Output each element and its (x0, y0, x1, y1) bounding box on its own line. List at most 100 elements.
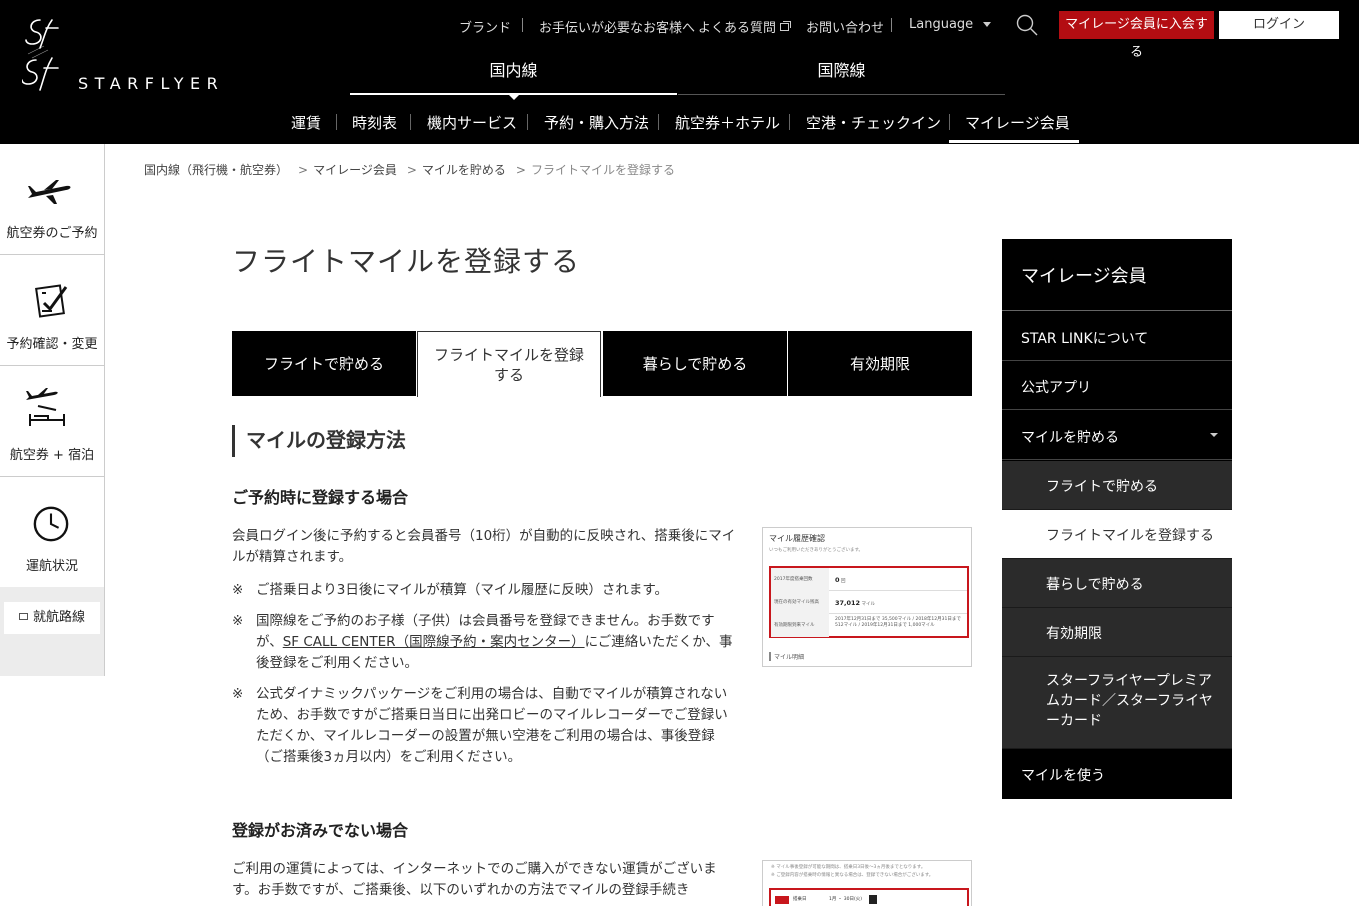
language-selector[interactable]: Language (909, 17, 992, 32)
breadcrumb-mileage[interactable]: マイレージ会員 (313, 163, 397, 177)
menu-item-official-app[interactable]: 公式アプリ (1002, 361, 1232, 410)
subnav-air-hotel[interactable]: 航空券＋ホテル (675, 112, 780, 133)
sidenav-label: 予約確認・変更 (6, 337, 98, 352)
external-link-icon (780, 21, 792, 31)
thumb-row-key: 現在の有効マイル残高 (771, 591, 829, 614)
subnav-timetable[interactable]: 時刻表 (352, 112, 397, 133)
thumb2-key: 搭乗日 (793, 897, 807, 902)
thumb2-calendar-icon (869, 895, 877, 904)
thumb2-tag (775, 896, 789, 904)
subheading-not-registered: 登録がお済みでない場合 (232, 821, 409, 840)
side-nav: 航空券のご予約 予約確認・変更 航空券 + 宿泊 運航状況 就航路線 (0, 144, 105, 676)
body-at-booking: 会員ログイン後に予約すると会員番号（10桁）が自動的に反映され、搭乗後にマイルが… (232, 528, 736, 565)
thumb-row: 現在の有効マイル残高 37,012 マイル (771, 591, 967, 614)
brand-wordmark: STARFLYER (78, 74, 225, 93)
window-icon (18, 613, 28, 620)
thumb-row-value: 0 回 (835, 576, 846, 584)
utility-link-brand[interactable]: ブランド (459, 17, 511, 36)
registration-screenshot: ※ マイル事後登録が可能な期間は、搭乗日3日後～3ヵ月後までとなります。 ※ ご… (762, 860, 972, 906)
utility-link-assistance[interactable]: お手伝いが必要なお客様へ (539, 17, 695, 36)
menu-item-star-link[interactable]: STAR LINKについて (1002, 312, 1232, 361)
chevron-down-icon (983, 22, 992, 27)
routes-label: 就航路線 (32, 610, 85, 625)
thumb-row-key: 有効期限到来マイル (771, 614, 829, 637)
tab-expiration[interactable]: 有効期限 (788, 331, 972, 396)
submenu-earn-by-flight[interactable]: フライトで貯める (1002, 461, 1232, 510)
tab-international[interactable]: 国際線 (678, 58, 1005, 95)
utility-link-faq[interactable]: よくある質問 (698, 17, 792, 36)
menu-item-use-miles[interactable]: マイルを使う (1002, 749, 1232, 798)
join-mileage-button[interactable]: マイレージ会員に入会する (1059, 11, 1214, 60)
note-text: 公式ダイナミックパッケージをご利用の場合は、自動でマイルが積算されないため、お手… (256, 686, 728, 765)
plane-bed-icon (26, 388, 65, 426)
utility-divider (522, 18, 523, 32)
utility-link-contact[interactable]: お問い合わせ (806, 17, 884, 36)
note-mark: ※ (232, 686, 244, 702)
tab-earn-by-flight[interactable]: フライトで貯める (232, 331, 416, 396)
sidenav-label: 航空券 + 宿泊 (9, 448, 95, 463)
subnav-fares[interactable]: 運賃 (291, 112, 321, 133)
thumb-row: 有効期限到来マイル 2017年12月31日まで 35,500マイル / 2018… (771, 614, 967, 637)
thumb2-highlight-box: 搭乗日 1月 ・ 30日(火) (769, 888, 969, 906)
sidenav-item-confirm-change[interactable]: 予約確認・変更 (0, 255, 104, 366)
subnav-mileage[interactable]: マイレージ会員 (965, 112, 1070, 133)
tab-earn-by-living[interactable]: 暮らしで貯める (603, 331, 787, 396)
tab-register-flight-miles[interactable]: フライトマイルを登録する (417, 331, 601, 397)
menu-item-earn-miles[interactable]: マイルを貯める (1002, 411, 1232, 460)
subnav-divider (658, 114, 659, 130)
subnav-inflight-service[interactable]: 機内サービス (427, 112, 517, 133)
thumb-row-key: 2017年度搭乗回数 (771, 568, 829, 591)
utility-nav: ブランド お手伝いが必要なお客様へ よくある質問 お問い合わせ Language… (440, 11, 1350, 60)
tab-domestic[interactable]: 国内線 (350, 58, 677, 100)
starflyer-logo[interactable]: STARFLYER (22, 14, 272, 94)
note-text: ご搭乗日より3日後にマイルが積算（マイル履歴に反映）されます。 (256, 582, 668, 598)
subnav-booking[interactable]: 予約・購入方法 (544, 112, 649, 133)
thumb-highlight-box: 2017年度搭乗回数 0 回 現在の有効マイル残高 37,012 マイル 有効期… (769, 566, 969, 638)
note-item: ※ 国際線をご予約のお子様（子供）は会員番号を登録できません。お手数ですが、SF… (232, 611, 737, 674)
thumb2-value: 1月 ・ 30日(火) (829, 897, 862, 902)
mileage-side-menu: マイレージ会員 STAR LINKについて 公式アプリ マイルを貯める フライト… (1002, 239, 1232, 799)
submenu-earn-by-living[interactable]: 暮らしで貯める (1002, 559, 1232, 608)
subnav-divider (789, 114, 790, 130)
search-icon[interactable] (1015, 13, 1039, 37)
breadcrumb-separator: > (515, 163, 526, 177)
body-not-registered: ご利用の運賃によっては、インターネットでのご購入ができない運賃がございます。お手… (232, 861, 717, 898)
page-title: フライトマイルを登録する (232, 245, 581, 278)
subnav-airport-checkin[interactable]: 空港・チェックイン (806, 112, 941, 133)
subnav-divider (949, 114, 950, 130)
note-mark: ※ (232, 582, 244, 598)
thumb-row: 2017年度搭乗回数 0 回 (771, 568, 967, 591)
site-header: STARFLYER ブランド お手伝いが必要なお客様へ よくある質問 お問い合わ… (0, 0, 1359, 144)
breadcrumb: 国内線（飛行機・航空券） > マイレージ会員 > マイルを貯める > フライトマイルを登録す… (144, 161, 679, 178)
breadcrumb-current: フライトマイルを登録する (530, 163, 675, 177)
thumb-title: マイル履歴確認 (769, 534, 825, 543)
section-heading: マイルの登録方法 (232, 425, 406, 457)
thumb2-line: ※ ご登録内容が搭乗時の情報と異なる場合は、登録できない場合がございます。 (771, 873, 934, 878)
submenu-expiration[interactable]: 有効期限 (1002, 608, 1232, 657)
note-item: ※ 公式ダイナミックパッケージをご利用の場合は、自動でマイルが積算されないため、… (232, 684, 737, 768)
sidenav-item-booking[interactable]: 航空券のご予約 (0, 144, 104, 255)
thumb-subtitle: いつもご利用いただきありがとうございます。 (769, 548, 864, 553)
subnav-divider (527, 114, 528, 130)
subheading-at-booking: ご予約時に登録する場合 (232, 488, 409, 507)
subnav-divider (336, 114, 337, 130)
clock-icon (33, 506, 69, 542)
thumb-row-value: 2017年12月31日まで 35,500マイル / 2018年12月31日まで … (835, 617, 961, 628)
breadcrumb-earn-miles[interactable]: マイルを貯める (422, 163, 506, 177)
language-label: Language (909, 17, 974, 32)
submenu-register-flight-miles[interactable]: フライトマイルを登録する (1002, 510, 1232, 559)
thumb2-line: ※ マイル事後登録が可能な期間は、搭乗日3日後～3ヵ月後までとなります。 (771, 865, 926, 870)
submenu-premium-card[interactable]: スターフライヤープレミアムカード／スターフライヤーカード (1002, 657, 1232, 749)
routes-button[interactable]: 就航路線 (4, 602, 100, 634)
thumb-footer: マイル明細 (769, 652, 804, 661)
sf-call-center-link[interactable]: SF CALL CENTER（国際線予約・案内センター） (283, 634, 585, 650)
sidenav-item-air-hotel[interactable]: 航空券 + 宿泊 (0, 366, 104, 477)
sidenav-item-flight-status[interactable]: 運航状況 (0, 477, 104, 588)
faq-label: よくある質問 (698, 21, 777, 36)
menu-heading[interactable]: マイレージ会員 (1002, 239, 1232, 311)
login-button[interactable]: ログイン (1219, 11, 1339, 39)
breadcrumb-domestic[interactable]: 国内線（飛行機・航空券） (144, 163, 288, 177)
airplane-icon (28, 180, 71, 204)
breadcrumb-separator: > (298, 163, 309, 177)
tab-label: フライトマイルを登録する (433, 345, 584, 384)
